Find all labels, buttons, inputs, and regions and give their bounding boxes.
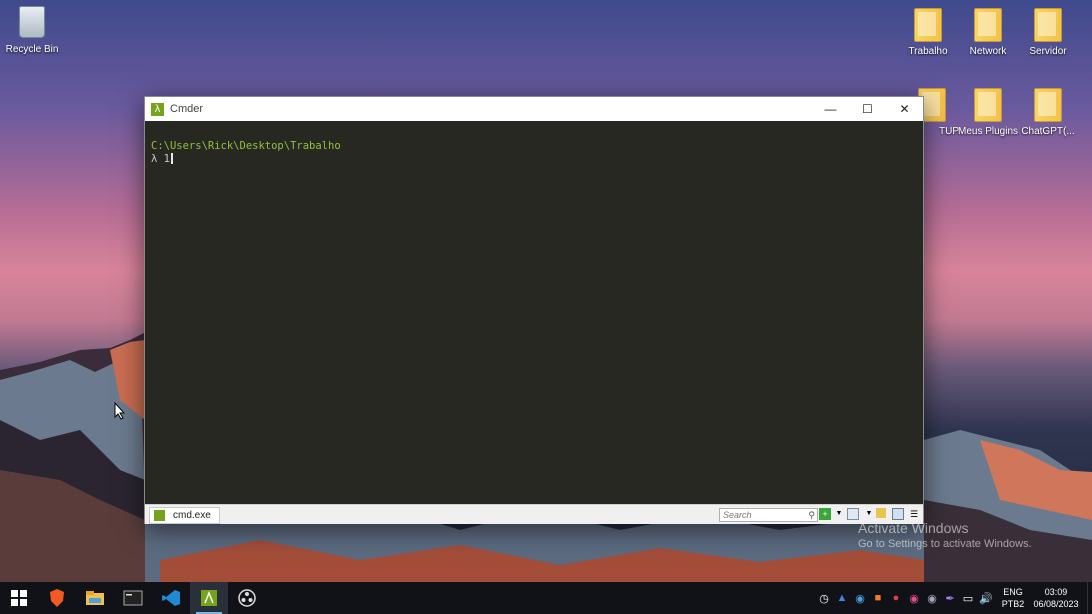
- malwarebytes-icon[interactable]: ▲: [834, 590, 850, 606]
- trabalho-desktop-icon[interactable]: Trabalho: [896, 8, 960, 57]
- close-button[interactable]: ✕: [886, 97, 923, 121]
- vscode-icon: [162, 590, 180, 606]
- search-placeholder: Search: [723, 510, 752, 520]
- mouse-pointer-icon: [114, 402, 126, 420]
- desktop-icon-label: Recycle Bin: [5, 44, 59, 55]
- new-console-button[interactable]: +: [819, 508, 831, 520]
- cmder-window[interactable]: λ Cmder — ☐ ✕ C:\Users\Rick\Desktop\Trab…: [144, 96, 924, 524]
- cmder-icon: [201, 590, 217, 606]
- recycle-bin-icon: [19, 6, 45, 38]
- app-colorful-icon[interactable]: ◉: [906, 590, 922, 606]
- activate-windows-watermark: Activate Windows Go to Settings to activ…: [858, 520, 1032, 550]
- network-tray-icon[interactable]: ▭: [960, 590, 976, 606]
- minimize-button[interactable]: —: [812, 97, 849, 121]
- cmder-lambda-icon: λ: [151, 102, 164, 116]
- taskbar-cmder[interactable]: [190, 582, 228, 614]
- folder-icon: [974, 88, 1002, 122]
- prompt-symbol: λ: [151, 153, 158, 165]
- app-red-icon[interactable]: ●: [888, 590, 904, 606]
- watermark-title: Activate Windows: [858, 520, 969, 536]
- file-explorer-icon: [86, 591, 104, 605]
- pen-icon[interactable]: ✒: [942, 590, 958, 606]
- console-input[interactable]: 1: [164, 153, 170, 165]
- taskbar: ◷ ▲ ◉ ■ ● ◉ ◉ ✒ ▭ 🔊 ENG PTB2 03:09 06/08…: [0, 582, 1092, 614]
- lock-icon[interactable]: [876, 508, 886, 518]
- console-prompt-line[interactable]: λ 1: [151, 153, 173, 165]
- window-title: Cmder: [170, 103, 204, 115]
- recycle-bin-desktop-icon[interactable]: Recycle Bin: [0, 6, 64, 55]
- taskbar-brave[interactable]: [38, 582, 76, 614]
- console-path-line: C:\Users\Rick\Desktop\Trabalho: [151, 140, 341, 152]
- discord-icon[interactable]: ◉: [924, 590, 940, 606]
- volume-icon[interactable]: 🔊: [978, 590, 994, 606]
- chatgpt-desktop-icon[interactable]: ChatGPT(...: [1016, 88, 1080, 137]
- window-titlebar[interactable]: λ Cmder — ☐ ✕: [145, 97, 923, 121]
- maximize-button[interactable]: ☐: [849, 97, 886, 121]
- desktop-icon-label: Meus Plugins: [957, 126, 1019, 137]
- split-view-icon[interactable]: [892, 508, 904, 520]
- clock-time: 03:09: [1044, 587, 1068, 597]
- language-indicator[interactable]: ENG PTB2: [999, 586, 1027, 610]
- watermark-subtitle: Go to Settings to activate Windows.: [858, 538, 1032, 550]
- servidor-desktop-icon[interactable]: Servidor: [1016, 8, 1080, 57]
- search-icon: ⚲: [808, 510, 815, 520]
- taskbar-vscode[interactable]: [152, 582, 190, 614]
- start-button[interactable]: [0, 582, 38, 614]
- search-input[interactable]: Search ⚲: [719, 508, 818, 522]
- brave-icon: [50, 589, 64, 607]
- layout-dropdown-icon[interactable]: ▼: [863, 508, 875, 520]
- text-caret: [170, 153, 173, 164]
- meus-plugins-desktop-icon[interactable]: Meus Plugins: [956, 88, 1020, 137]
- taskbar-file-explorer[interactable]: [76, 582, 114, 614]
- clock-date: 06/08/2023: [1033, 599, 1079, 609]
- cmder-statusbar: cmd.exe Search ⚲ + ▼ ▼ ☰: [145, 504, 923, 524]
- desktop-icon-label: Network: [969, 46, 1007, 57]
- layout-icon[interactable]: [847, 508, 859, 520]
- network-desktop-icon[interactable]: Network: [956, 8, 1020, 57]
- keyboard-layout: PTB2: [1001, 599, 1025, 609]
- servidor-shortcut-icon: [1034, 8, 1062, 42]
- desktop-icon-label: Trabalho: [908, 46, 948, 57]
- terminal-icon: [123, 590, 143, 606]
- new-console-dropdown-icon[interactable]: ▼: [833, 508, 845, 520]
- console-area[interactable]: C:\Users\Rick\Desktop\Trabalho λ 1: [145, 121, 923, 504]
- start-icon: [11, 590, 27, 606]
- folder-icon: [1034, 88, 1062, 122]
- desktop-icon-label: ChatGPT(...: [1021, 126, 1075, 137]
- console-tab-icon: [154, 510, 165, 521]
- app-orange-icon[interactable]: ■: [870, 590, 886, 606]
- folder-icon: [974, 8, 1002, 42]
- taskbar-obs[interactable]: [228, 582, 266, 614]
- wifi-tray-icon[interactable]: ◉: [852, 590, 868, 606]
- trabalho-shortcut-icon: [914, 8, 942, 42]
- menu-icon[interactable]: ☰: [908, 508, 920, 520]
- taskbar-terminal[interactable]: [114, 582, 152, 614]
- clock[interactable]: 03:09 06/08/2023: [1031, 586, 1081, 610]
- tab-label: cmd.exe: [173, 510, 211, 521]
- show-desktop-button[interactable]: [1087, 582, 1092, 614]
- app-tray-icon[interactable]: ◷: [816, 590, 832, 606]
- tab-cmd-exe[interactable]: cmd.exe: [149, 507, 220, 524]
- desktop-icon-label: Servidor: [1029, 46, 1067, 57]
- obs-icon: [238, 589, 256, 607]
- system-tray: ◷ ▲ ◉ ■ ● ◉ ◉ ✒ ▭ 🔊 ENG PTB2 03:09 06/08…: [815, 582, 1092, 614]
- language-code: ENG: [1003, 587, 1023, 597]
